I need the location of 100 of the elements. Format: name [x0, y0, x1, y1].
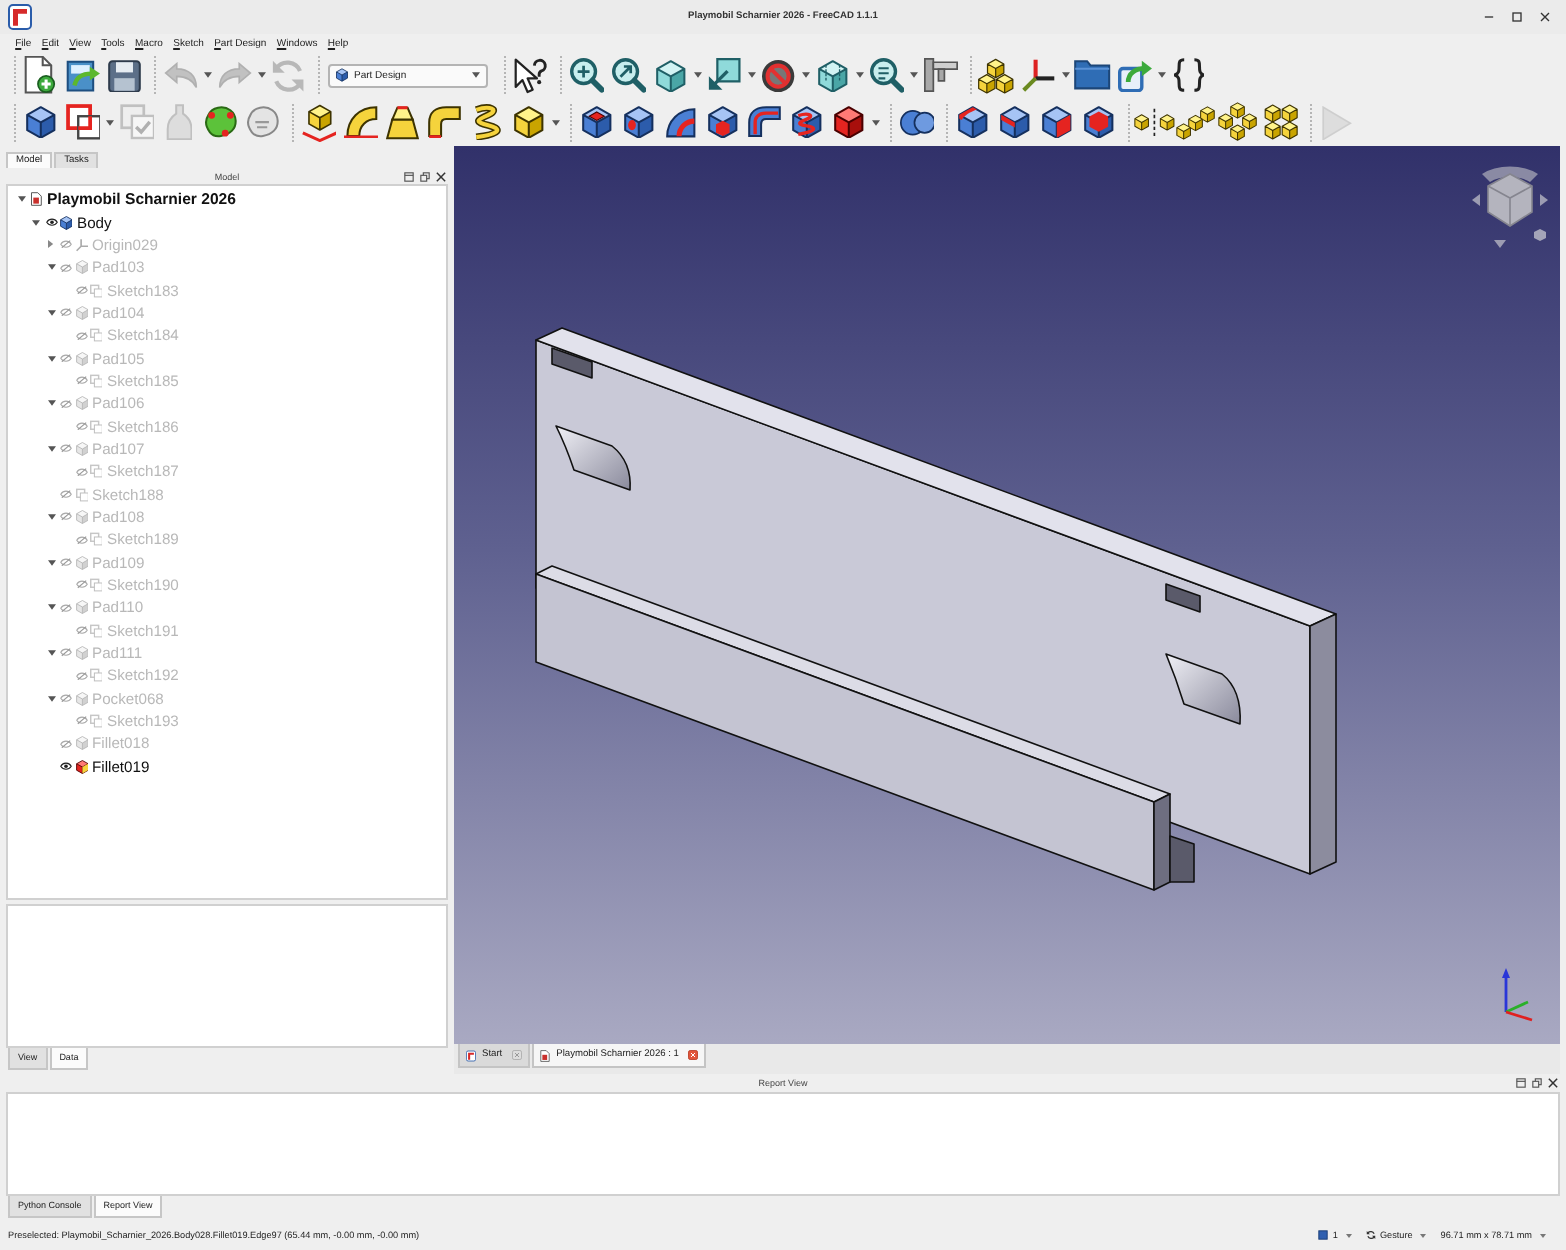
caret-icon[interactable] — [1158, 72, 1166, 79]
eye-slash-icon[interactable] — [60, 308, 73, 317]
cube-row-icon[interactable] — [1176, 105, 1218, 140]
rounded-block-icon[interactable] — [958, 106, 988, 139]
minimize-icon[interactable] — [1484, 12, 1494, 22]
folder-icon[interactable] — [1074, 60, 1112, 91]
eye-slash-icon[interactable] — [60, 648, 73, 658]
eye-slash-icon[interactable] — [75, 467, 88, 476]
cube-ring-icon[interactable] — [1218, 102, 1260, 143]
bent-block-icon[interactable] — [428, 106, 462, 139]
overlapping-squares-icon[interactable] — [65, 104, 101, 141]
eye-icon[interactable] — [60, 762, 73, 771]
magnifier-lines-icon[interactable] — [869, 57, 905, 94]
navigation-cube[interactable] — [1472, 166, 1548, 248]
undock-icon[interactable] — [420, 171, 430, 181]
block-recess-icon[interactable] — [582, 106, 612, 139]
spheres-icon[interactable] — [899, 109, 935, 136]
caliper-icon[interactable] — [924, 58, 958, 93]
blob-points-icon[interactable] — [204, 106, 238, 139]
caret-icon[interactable] — [106, 119, 114, 126]
block-face-icon[interactable] — [1042, 106, 1072, 139]
eye-slash-icon[interactable] — [75, 671, 88, 680]
close-icon[interactable] — [1540, 12, 1550, 22]
eye-slash-icon[interactable] — [75, 716, 88, 726]
close-icon[interactable] — [1548, 1078, 1558, 1088]
prohibition-icon[interactable] — [762, 59, 796, 92]
block-hole-icon[interactable] — [624, 106, 654, 139]
eye-slash-icon[interactable] — [60, 694, 73, 703]
blob-icon[interactable] — [246, 106, 280, 139]
solid-cube-icon[interactable] — [26, 106, 56, 139]
undock-icon[interactable] — [1532, 1078, 1542, 1088]
eye-slash-icon[interactable] — [60, 739, 73, 749]
cube-grid-icon[interactable] — [1263, 104, 1299, 141]
caret-down-icon[interactable] — [47, 264, 56, 271]
axes-icon[interactable] — [1022, 58, 1056, 93]
caret-icon[interactable] — [1062, 72, 1070, 79]
block-cutout-icon[interactable] — [708, 106, 738, 139]
eye-slash-icon[interactable] — [60, 558, 73, 567]
cube-icon[interactable] — [656, 59, 686, 92]
cube-icon[interactable] — [834, 106, 864, 139]
caret-icon[interactable] — [802, 72, 810, 79]
caret-down-icon[interactable] — [17, 196, 26, 203]
beveled-block-icon[interactable] — [1000, 106, 1030, 139]
save-icon[interactable] — [108, 59, 142, 92]
eye-slash-icon[interactable] — [60, 240, 73, 249]
curved-block-icon[interactable] — [344, 106, 378, 139]
caret-down-icon[interactable] — [47, 559, 56, 566]
caret-icon[interactable] — [552, 119, 560, 126]
caret-icon[interactable] — [872, 119, 880, 126]
eye-slash-icon[interactable] — [75, 376, 88, 386]
caret-down-icon[interactable] — [47, 513, 56, 520]
eye-slash-icon[interactable] — [60, 603, 73, 612]
braces-icon[interactable] — [1173, 58, 1205, 93]
mirrored-cubes-icon[interactable] — [1134, 108, 1176, 137]
spiral-icon[interactable] — [471, 104, 503, 141]
caret-icon[interactable] — [258, 72, 266, 79]
eye-slash-icon[interactable] — [60, 444, 73, 454]
open-document-icon[interactable] — [65, 59, 101, 92]
caret-down-icon[interactable] — [47, 355, 56, 362]
document-plus-icon[interactable] — [24, 56, 58, 95]
eye-slash-icon[interactable] — [75, 626, 88, 635]
hollow-block-icon[interactable] — [1084, 106, 1114, 139]
caret-right-icon[interactable] — [48, 240, 55, 249]
eye-slash-icon[interactable] — [60, 263, 73, 272]
eye-slash-icon[interactable] — [75, 331, 88, 340]
square-arrow-icon[interactable] — [708, 58, 742, 93]
window-icon[interactable] — [404, 171, 414, 181]
caret-down-icon[interactable] — [47, 695, 56, 702]
box-arrow-icon[interactable] — [1117, 59, 1153, 92]
eye-slash-icon[interactable] — [60, 512, 73, 522]
caret-down-icon[interactable] — [32, 219, 41, 226]
caret-icon[interactable] — [856, 72, 864, 79]
caret-down-icon[interactable] — [47, 445, 56, 452]
eye-icon[interactable] — [45, 217, 58, 227]
eye-slash-icon[interactable] — [75, 422, 88, 431]
cube-icon[interactable] — [514, 106, 544, 139]
eye-slash-icon[interactable] — [75, 580, 88, 590]
tapered-block-icon[interactable] — [386, 105, 420, 140]
caret-down-icon[interactable] — [47, 400, 56, 407]
eye-slash-icon[interactable] — [75, 535, 88, 544]
caret-down-icon[interactable] — [47, 650, 56, 657]
caret-icon[interactable] — [694, 72, 702, 79]
caret-down-icon[interactable] — [47, 604, 56, 611]
grooved-shape-icon[interactable] — [666, 107, 696, 138]
eye-slash-icon[interactable] — [60, 399, 73, 408]
caret-icon[interactable] — [204, 72, 212, 79]
eye-slash-icon[interactable] — [60, 490, 73, 499]
window-icon[interactable] — [1516, 1078, 1526, 1088]
pointer-question-icon[interactable] — [514, 57, 548, 94]
close-icon[interactable] — [688, 1050, 699, 1060]
eye-slash-icon[interactable] — [60, 353, 73, 363]
caret-down-icon[interactable] — [47, 309, 56, 316]
stacked-cubes-icon[interactable] — [978, 57, 1016, 94]
magnifier-crosshair-icon[interactable] — [569, 57, 605, 94]
close-icon[interactable] — [436, 171, 446, 181]
block-spiral-icon[interactable] — [792, 106, 822, 139]
eye-slash-icon[interactable] — [75, 285, 88, 295]
maximize-icon[interactable] — [1512, 12, 1522, 22]
caret-icon[interactable] — [748, 72, 756, 79]
caret-icon[interactable] — [910, 72, 918, 79]
